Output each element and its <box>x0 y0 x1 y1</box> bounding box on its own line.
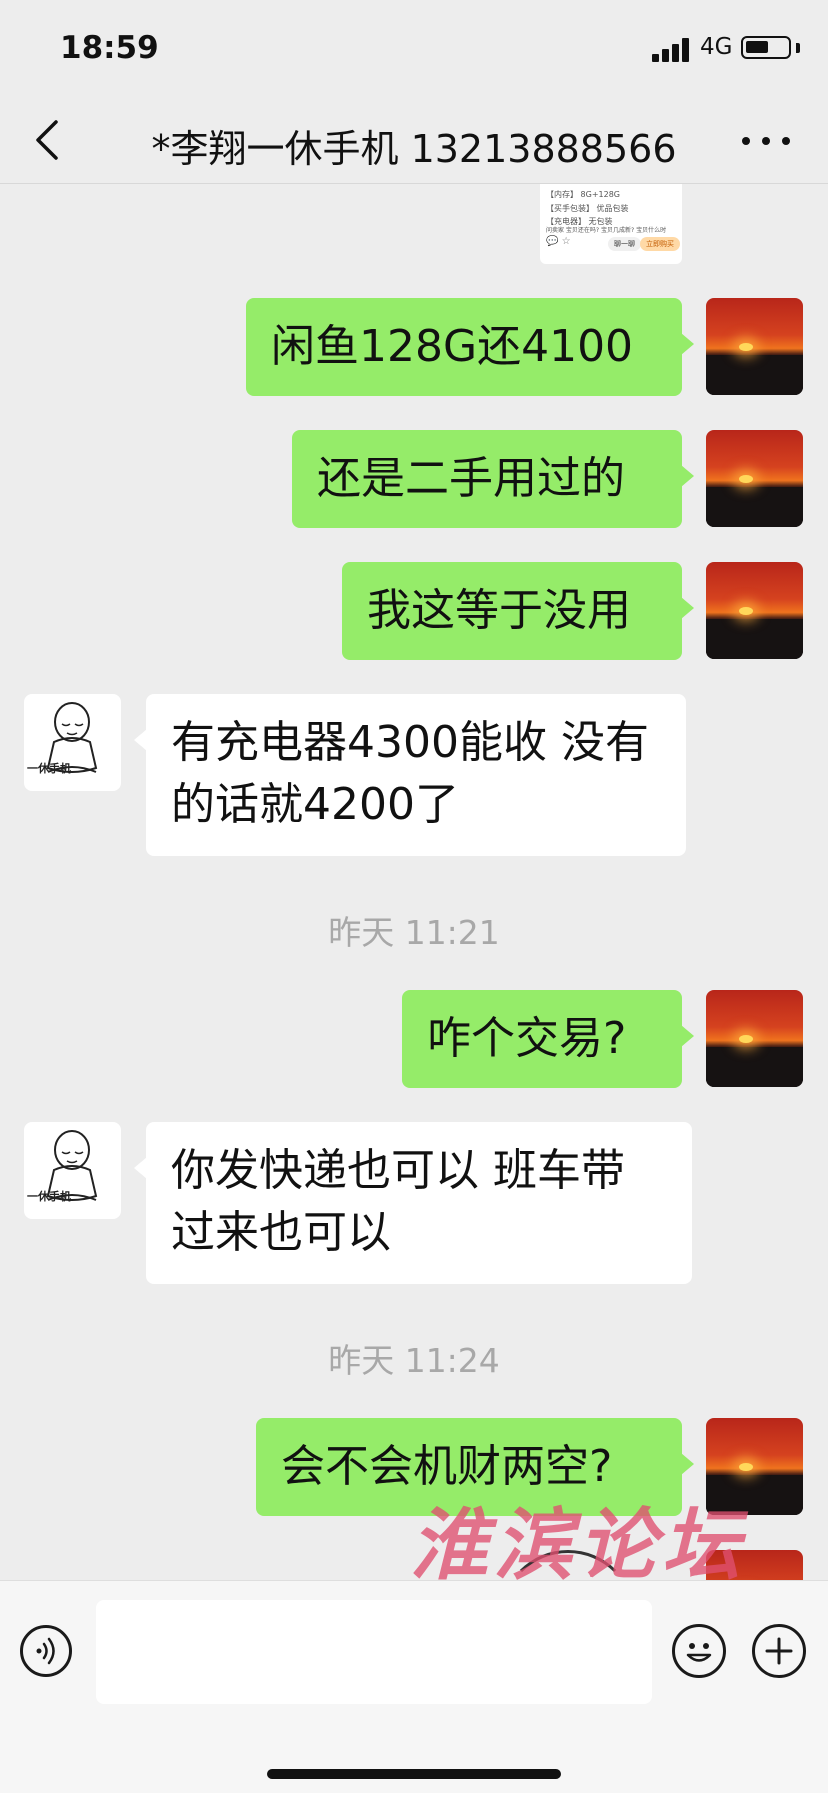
avatar-caption: 一休手机 <box>27 762 71 775</box>
card-line: 【内存】 8G+128G <box>546 190 621 199</box>
avatar[interactable] <box>706 562 803 659</box>
battery-cap <box>796 43 800 53</box>
message-bubble-incoming[interactable]: 有充电器4300能收 没有的话就4200了 <box>134 694 686 856</box>
avatar-caption: 一休手机 <box>27 1190 71 1203</box>
status-bar: 18:59 4G <box>0 0 828 100</box>
card-line: 【买手包装】 优品包装 <box>546 204 629 213</box>
message-timestamp: 昨天 11:21 <box>328 913 500 952</box>
voice-icon <box>36 1637 55 1665</box>
message-bubble-outgoing[interactable]: 我这等于没用 <box>342 562 694 660</box>
back-button[interactable] <box>28 118 72 162</box>
message-list[interactable]: 【内存】 8G+128G 【买手包装】 优品包装 【充电器】 无包装 问卖家 宝… <box>0 184 828 1580</box>
voice-button[interactable] <box>20 1625 72 1677</box>
more-button[interactable] <box>740 130 792 150</box>
avatar[interactable] <box>706 430 803 527</box>
smiley-icon <box>686 1643 712 1662</box>
product-card[interactable]: 【内存】 8G+128G 【买手包装】 优品包装 【充电器】 无包装 问卖家 宝… <box>540 184 682 264</box>
message-bubble-outgoing[interactable]: 咋个交易? <box>402 990 694 1088</box>
signal-icon <box>652 36 692 62</box>
monk-illustration <box>46 1130 98 1201</box>
plus-icon <box>765 1637 793 1665</box>
watermark: 淮滨论坛 <box>410 1500 747 1591</box>
monk-illustration <box>46 702 98 773</box>
buy-now-button[interactable]: 立即购买 <box>640 237 680 251</box>
battery-icon <box>741 36 791 59</box>
message-input[interactable] <box>96 1600 652 1704</box>
message-timestamp: 昨天 11:24 <box>328 1341 500 1380</box>
comment-icon[interactable]: 💬 ☆ <box>546 235 571 248</box>
message-bubble-outgoing[interactable]: 还是二手用过的 <box>292 430 694 528</box>
message-bubble-outgoing[interactable]: 闲鱼128G还4100 <box>246 298 694 396</box>
chevron-left-icon <box>36 120 58 160</box>
emoji-button[interactable] <box>672 1624 726 1678</box>
contact-avatar[interactable]: 一休手机 <box>24 694 121 791</box>
more-functions-button[interactable] <box>752 1624 806 1678</box>
ellipsis-icon <box>742 137 750 145</box>
home-indicator <box>267 1769 561 1779</box>
network-type: 4G <box>700 34 733 60</box>
avatar[interactable] <box>706 990 803 1087</box>
status-time: 18:59 <box>60 30 159 66</box>
chat-title: *李翔一休手机 13213888566 <box>151 127 677 171</box>
input-bar <box>0 1580 828 1793</box>
contact-avatar[interactable]: 一休手机 <box>24 1122 121 1219</box>
avatar[interactable] <box>706 298 803 395</box>
battery-level <box>746 41 768 53</box>
message-bubble-incoming[interactable]: 你发快递也可以 班车带过来也可以 <box>134 1122 692 1284</box>
chat-button[interactable]: 聊一聊 <box>608 237 641 251</box>
chat-header: *李翔一休手机 13213888566 <box>0 100 828 184</box>
